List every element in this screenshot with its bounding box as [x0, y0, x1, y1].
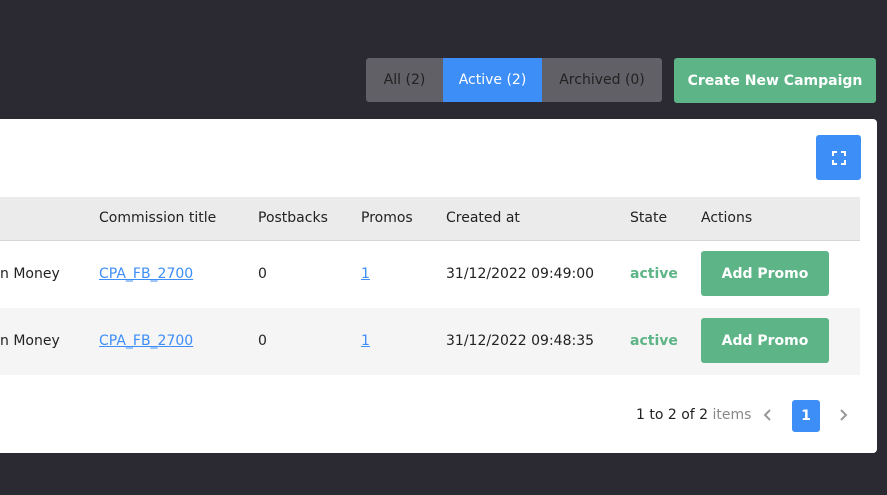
promos-count-link[interactable]: 1: [361, 308, 370, 375]
add-promo-button[interactable]: Add Promo: [701, 318, 829, 363]
expand-button[interactable]: [816, 135, 861, 180]
pagination-summary: 1 to 2 of 2 items: [636, 400, 751, 430]
pagination-range: 1 to 2 of 2: [636, 407, 709, 423]
header-postbacks: Postbacks: [258, 210, 328, 226]
chevron-right-icon: [840, 409, 848, 421]
pagination-items-label: items: [712, 407, 752, 423]
campaigns-panel: Commission title Postbacks Promos Create…: [0, 119, 877, 453]
postbacks-cell: 0: [258, 266, 267, 282]
created-at-cell: 31/12/2022 09:49:00: [446, 266, 595, 282]
expand-icon: [831, 150, 846, 165]
next-page-button[interactable]: [833, 400, 853, 430]
campaign-name-cell: n Money: [0, 266, 60, 282]
table-row: n Money CPA_FB_2700 0 1 31/12/2022 09:48…: [0, 308, 860, 375]
table-header: Commission title Postbacks Promos Create…: [0, 197, 860, 241]
chevron-left-icon: [763, 409, 771, 421]
campaign-filter-group: All (2) Active (2) Archived (0): [366, 58, 662, 102]
header-actions: Actions: [701, 210, 753, 226]
state-badge: active: [630, 266, 678, 282]
state-badge: active: [630, 333, 678, 349]
page-1-button[interactable]: 1: [792, 400, 820, 432]
add-promo-button[interactable]: Add Promo: [701, 251, 829, 296]
header-promos: Promos: [361, 210, 413, 226]
commission-title-link[interactable]: CPA_FB_2700: [99, 308, 193, 375]
create-new-campaign-button[interactable]: Create New Campaign: [674, 58, 876, 103]
header-commission-title: Commission title: [99, 210, 217, 226]
promos-count-link[interactable]: 1: [361, 241, 370, 308]
header-state: State: [630, 210, 668, 226]
campaign-name-cell: n Money: [0, 333, 60, 349]
header-created-at: Created at: [446, 210, 520, 226]
filter-archived-button[interactable]: Archived (0): [542, 58, 662, 102]
postbacks-cell: 0: [258, 333, 267, 349]
commission-title-link[interactable]: CPA_FB_2700: [99, 241, 193, 308]
created-at-cell: 31/12/2022 09:48:35: [446, 333, 595, 349]
table-row: n Money CPA_FB_2700 0 1 31/12/2022 09:49…: [0, 241, 860, 308]
campaigns-table: Commission title Postbacks Promos Create…: [0, 197, 860, 375]
filter-all-button[interactable]: All (2): [366, 58, 443, 102]
filter-active-button[interactable]: Active (2): [443, 58, 542, 102]
previous-page-button[interactable]: [758, 400, 778, 430]
pagination: 1 to 2 of 2 items 1: [0, 400, 877, 432]
